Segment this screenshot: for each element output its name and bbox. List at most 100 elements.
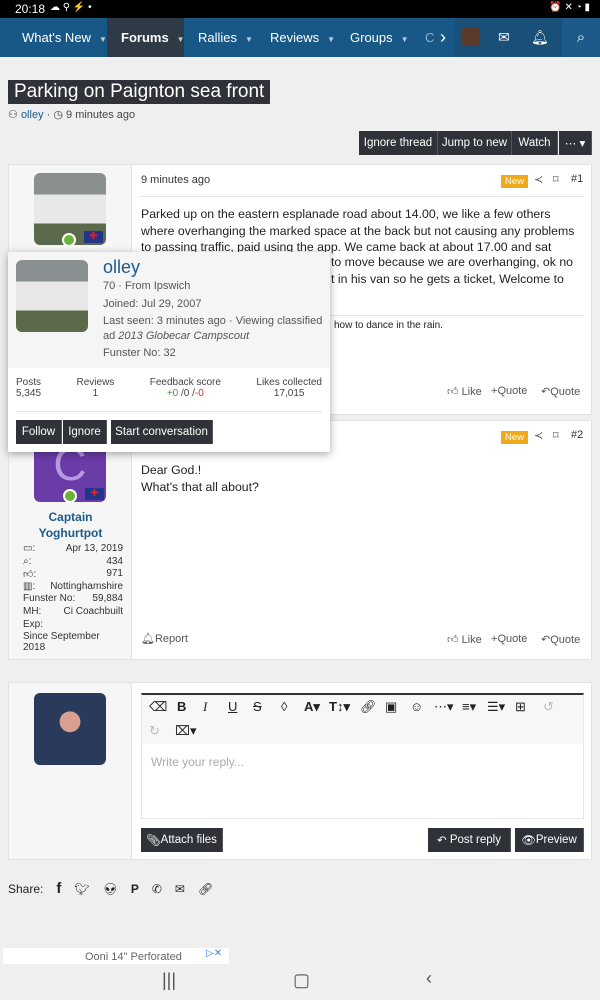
attach-files-button[interactable]: 📎︎ Attach files xyxy=(141,828,223,852)
reply-icon: ↶ xyxy=(541,386,551,398)
reply-icon: ↶ xyxy=(437,835,450,847)
facebook-icon[interactable]: f xyxy=(56,880,61,897)
ignore-button[interactable]: Ignore xyxy=(63,420,107,444)
post-body: Dear God.! What's that all about? xyxy=(141,462,259,495)
username-line: Yoghurtpot xyxy=(38,526,103,540)
whatsapp-icon[interactable]: ✆ xyxy=(152,882,162,896)
user-avatar[interactable] xyxy=(462,28,480,46)
location-value: Nottinghamshire xyxy=(50,580,123,592)
recents-icon[interactable]: ||| xyxy=(162,970,176,991)
bell-icon[interactable]: 🔔︎ xyxy=(531,18,549,57)
member-name-link[interactable]: olley xyxy=(103,257,140,278)
table-icon[interactable]: ⊞ xyxy=(515,699,526,715)
quote-button[interactable]: ↶Quote xyxy=(541,385,580,398)
exp-label: Exp: xyxy=(23,618,44,630)
like-button[interactable]: 👍︎ Like xyxy=(447,385,482,398)
author-link[interactable]: olley xyxy=(21,109,44,121)
drafts-icon[interactable]: ⌧▾ xyxy=(175,723,197,739)
bookmark-icon[interactable]: ⌑ xyxy=(553,429,559,442)
back-icon[interactable]: ‹ xyxy=(426,968,432,989)
envelope-icon[interactable]: ✉ xyxy=(498,18,510,57)
share-icon[interactable]: ≺ xyxy=(534,173,543,186)
bold-icon[interactable]: B xyxy=(177,699,186,714)
follow-button[interactable]: Follow xyxy=(16,420,62,444)
preview-button[interactable]: 👁︎ Preview xyxy=(515,828,584,852)
divider xyxy=(16,411,322,412)
chevron-right-icon[interactable]: › xyxy=(440,18,446,57)
multiquote-button[interactable]: +Quote xyxy=(491,633,527,645)
multiquote-button[interactable]: +Quote xyxy=(491,385,527,397)
username-line: Captain xyxy=(48,510,93,524)
bell-icon: 🔔︎ xyxy=(141,633,155,645)
reply-input[interactable]: Write your reply... xyxy=(151,755,244,769)
notification-icons: ☁ ⚲ ⚡ • xyxy=(50,2,92,13)
quote-button[interactable]: ↶Quote xyxy=(541,633,580,646)
share-icon[interactable]: ≺ xyxy=(534,429,543,442)
nav-forums[interactable]: Forums ▼ xyxy=(107,18,185,57)
editor-toolbar: ⌫ B I U S ◊ A▾ T↕▾ 🔗︎ ▣ ☺ ⋯▾ ≡▾ ☰▾ ⊞ ↺ ↻… xyxy=(142,695,583,744)
eraser-icon[interactable]: ⌫ xyxy=(149,699,167,715)
undo-icon[interactable]: ↺ xyxy=(543,699,554,715)
align-icon[interactable]: ≡▾ xyxy=(462,699,476,715)
bookmark-icon[interactable]: ⌑ xyxy=(553,173,559,186)
mh-label: MH: xyxy=(23,605,42,617)
funster-label: Funster No: xyxy=(23,593,76,605)
redo-icon[interactable]: ↻ xyxy=(149,723,160,739)
post-body-line: t in his van so he gets a ticket, Welcom… xyxy=(331,272,564,286)
post-time[interactable]: 9 minutes ago xyxy=(141,174,210,186)
post-body-line: Dear God.! xyxy=(141,463,202,477)
ad-banner[interactable]: Ooni 14" Perforated ▷✕ xyxy=(3,948,229,964)
more-icon[interactable]: ⋯▾ xyxy=(434,699,454,715)
stat-posts: Posts 5,345 xyxy=(16,377,42,399)
twitter-icon[interactable]: 🐦︎ xyxy=(74,882,89,896)
username-link[interactable]: Captain Yoghurtpot xyxy=(9,509,132,541)
thread-meta: ⚇ olley · ◷ 9 minutes ago xyxy=(8,109,136,121)
underline-icon[interactable]: U xyxy=(228,699,237,714)
user-stats: ▭: Apr 13, 2019 ⌕: 434 👍︎: 971 ▥: Nottingham… xyxy=(23,543,123,654)
search-icon[interactable]: ⌕ xyxy=(562,18,600,57)
stat-reviews: Reviews 1 xyxy=(76,377,115,399)
image-icon[interactable]: ▣ xyxy=(385,699,397,715)
nav-reviews[interactable]: Reviews ▼ xyxy=(270,18,335,57)
nav-whats-new[interactable]: What's New ▼ xyxy=(22,18,107,57)
joined-value: Apr 13, 2019 xyxy=(65,543,123,554)
post-reply-button[interactable]: ↶ Post reply xyxy=(428,828,511,852)
home-icon[interactable]: ▢ xyxy=(293,970,310,991)
reddit-icon[interactable]: 👽︎ xyxy=(103,882,118,896)
link-icon[interactable]: 🔗︎ xyxy=(360,699,377,715)
classified-ad-link[interactable]: 2013 Globecar Campscout xyxy=(118,330,249,342)
more-options-button[interactable]: ⋯ ▾ xyxy=(559,131,592,155)
new-badge: New xyxy=(501,175,529,188)
post-body-line: What's that all about? xyxy=(141,479,259,494)
ad-close-icon[interactable]: ▷✕ xyxy=(206,948,222,959)
strikethrough-icon[interactable]: S xyxy=(253,699,262,714)
list-icon[interactable]: ☰▾ xyxy=(487,699,505,715)
paperclip-icon: 📎︎ xyxy=(146,835,161,847)
italic-icon[interactable]: I xyxy=(203,699,207,715)
chevron-down-icon: ▼ xyxy=(98,35,107,44)
nav-groups[interactable]: Groups ▼ xyxy=(350,18,409,57)
chevron-down-icon: ▼ xyxy=(327,35,336,44)
ignore-thread-button[interactable]: Ignore thread xyxy=(359,131,438,155)
post-number[interactable]: #2 xyxy=(571,429,583,441)
avatar xyxy=(34,693,106,765)
font-icon[interactable]: A▾ xyxy=(304,699,320,715)
email-icon[interactable]: ✉ xyxy=(175,882,185,896)
smiley-icon[interactable]: ☺ xyxy=(410,699,423,714)
nav-more[interactable]: C xyxy=(425,18,434,57)
reply-icon: ↶ xyxy=(541,634,551,646)
exp-value: Since September 2018 xyxy=(23,631,100,654)
link-icon[interactable]: 🔗︎ xyxy=(198,882,213,896)
font-size-icon[interactable]: T↕▾ xyxy=(329,699,350,715)
like-button[interactable]: 👍︎ Like xyxy=(447,633,482,646)
report-button[interactable]: 🔔︎Report xyxy=(141,632,188,645)
post-number[interactable]: #1 xyxy=(571,173,583,185)
jump-to-new-button[interactable]: Jump to new xyxy=(438,131,512,155)
watch-button[interactable]: Watch xyxy=(512,131,558,155)
pinterest-icon[interactable]: P xyxy=(131,882,139,896)
color-icon[interactable]: ◊ xyxy=(281,699,287,714)
last-seen: Last seen: 3 minutes ago · Viewing class… xyxy=(103,315,323,327)
nav-rallies[interactable]: Rallies ▼ xyxy=(198,18,253,57)
avatar[interactable] xyxy=(16,260,88,332)
start-conversation-button[interactable]: Start conversation xyxy=(111,420,213,444)
